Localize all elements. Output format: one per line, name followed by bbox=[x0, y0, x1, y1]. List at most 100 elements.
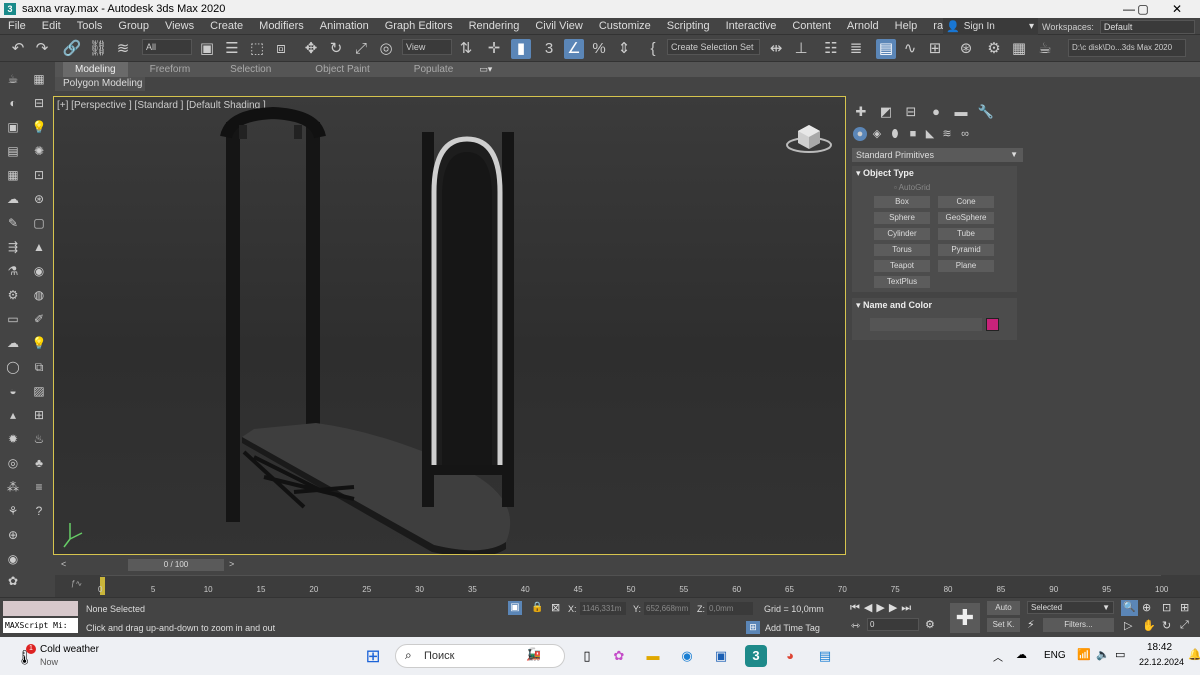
move-icon[interactable]: ✥ bbox=[301, 39, 321, 59]
unlink-icon[interactable]: ⛓ bbox=[88, 39, 108, 59]
cameras-category-icon[interactable]: ■ bbox=[906, 127, 920, 141]
project-folder-path[interactable]: D:\c disk\Do...3ds Max 2020 bbox=[1068, 39, 1186, 57]
menu-views[interactable]: Views bbox=[157, 20, 202, 32]
textplus-button[interactable]: TextPlus bbox=[874, 276, 930, 288]
toggle-ribbon-icon[interactable]: ▤ bbox=[876, 39, 896, 59]
sun-icon[interactable]: ✺ bbox=[30, 142, 48, 160]
render-setup-icon[interactable]: ⚙ bbox=[984, 39, 1004, 59]
rain-icon[interactable]: ⁂ bbox=[4, 478, 22, 496]
selection-filter-dropdown[interactable]: All bbox=[142, 39, 192, 55]
search-box[interactable]: ⌕ Поиск 🚂 bbox=[395, 644, 565, 668]
scale-icon[interactable]: ⤢ bbox=[351, 39, 371, 59]
frame-icon[interactable]: ▢ bbox=[30, 214, 48, 232]
start-button-icon[interactable]: ⊞ bbox=[362, 645, 384, 667]
time-slider[interactable]: 0 / 100 bbox=[128, 559, 224, 571]
kettle-icon[interactable]: ♨ bbox=[30, 430, 48, 448]
hierarchy-icon[interactable]: ⊟ bbox=[30, 94, 48, 112]
create-geometry-icon[interactable]: ▦ bbox=[30, 70, 48, 88]
plane-button[interactable]: Plane bbox=[938, 260, 994, 272]
edit-named-sets-icon[interactable]: { bbox=[643, 39, 663, 59]
undo-icon[interactable]: ↶ bbox=[8, 39, 28, 59]
ribbon-tab-populate[interactable]: Populate bbox=[402, 62, 465, 77]
circle-icon[interactable]: ◎ bbox=[4, 454, 22, 472]
systems-category-icon[interactable]: ∞ bbox=[958, 127, 972, 141]
close-button[interactable]: ✕ bbox=[1154, 0, 1200, 18]
percent-snap-icon[interactable]: % bbox=[589, 39, 609, 59]
ribbon-tab-freeform[interactable]: Freeform bbox=[138, 62, 203, 77]
menu-interactive[interactable]: Interactive bbox=[718, 20, 785, 32]
select-manipulate-icon[interactable]: ✛ bbox=[484, 39, 504, 59]
globe-icon[interactable]: ◯ bbox=[4, 358, 22, 376]
object-color-swatch[interactable] bbox=[986, 318, 999, 331]
menu-graph-editors[interactable]: Graph Editors bbox=[377, 20, 461, 32]
ribbon-tab-object-paint[interactable]: Object Paint bbox=[303, 62, 381, 77]
maxscript-mini-listener[interactable]: MAXScript Mi: bbox=[3, 618, 78, 633]
menu-content[interactable]: Content bbox=[784, 20, 839, 32]
pyramid-button[interactable]: Pyramid bbox=[938, 244, 994, 256]
torus-button[interactable]: Torus bbox=[874, 244, 930, 256]
schematic-view-icon[interactable]: ⊞ bbox=[925, 39, 945, 59]
copilot-icon[interactable]: ✿ bbox=[608, 645, 630, 667]
absolute-mode-icon[interactable]: ⊠ bbox=[551, 601, 560, 614]
rendered-frame-window-icon[interactable]: ▦ bbox=[1009, 39, 1029, 59]
playback-controls[interactable]: ⏮◀▶▶⏭ bbox=[850, 601, 915, 615]
ribbon-panel-label[interactable]: Polygon Modeling bbox=[55, 77, 145, 91]
weather-widget[interactable]: 🌡 1 Cold weather Now bbox=[14, 642, 134, 670]
sphere-button[interactable]: Sphere bbox=[874, 212, 930, 224]
z-coordinate-field[interactable]: 0,0mm bbox=[707, 602, 753, 615]
geosphere-button[interactable]: GeoSphere bbox=[938, 212, 994, 224]
rotate-icon[interactable]: ↻ bbox=[326, 39, 346, 59]
layer-explorer-icon[interactable]: ≣ bbox=[846, 39, 866, 59]
object-name-field[interactable] bbox=[870, 318, 982, 331]
y-coordinate-field[interactable]: 652,668mm bbox=[644, 602, 690, 615]
menu-civil-view[interactable]: Civil View bbox=[527, 20, 590, 32]
menu-modifiers[interactable]: Modifiers bbox=[251, 20, 312, 32]
keyboard-shortcut-override-icon[interactable]: ▮ bbox=[511, 39, 531, 59]
material-icon[interactable]: ⚙ bbox=[4, 286, 22, 304]
motion-tab-icon[interactable]: ● bbox=[927, 104, 945, 120]
file-explorer-icon[interactable]: ▬ bbox=[642, 645, 664, 667]
hierarchy-tab-icon[interactable]: ⊟ bbox=[902, 104, 920, 120]
tree-icon[interactable]: ♣ bbox=[30, 454, 48, 472]
folder-icon[interactable]: ▭ bbox=[4, 310, 22, 328]
menu-customize[interactable]: Customize bbox=[591, 20, 659, 32]
zoom-icon[interactable]: 🔍 bbox=[1121, 600, 1138, 616]
help-icon[interactable]: ? bbox=[30, 502, 48, 520]
star-icon[interactable]: ✹ bbox=[4, 430, 22, 448]
clock-time[interactable]: 18:42 bbox=[1147, 642, 1172, 653]
notepad-icon[interactable]: ▤ bbox=[814, 645, 836, 667]
eye-icon[interactable]: ◒ bbox=[4, 382, 22, 400]
curve-editor-icon[interactable]: ∿ bbox=[900, 39, 920, 59]
cloud-icon[interactable]: ☁ bbox=[4, 190, 22, 208]
zoom-extents-icon[interactable]: ⊡ bbox=[1162, 601, 1171, 614]
lights-category-icon[interactable]: ⬮ bbox=[888, 127, 902, 141]
grid-icon[interactable]: ⊞ bbox=[30, 406, 48, 424]
menu-create[interactable]: Create bbox=[202, 20, 251, 32]
name-and-color-header[interactable]: ▾ Name and Color bbox=[852, 298, 1017, 312]
reference-coord-dropdown[interactable]: View bbox=[402, 39, 452, 55]
scene-explorer-icon[interactable]: ☷ bbox=[821, 39, 841, 59]
autogrid-checkbox[interactable]: ▫ AutoGrid bbox=[894, 183, 930, 192]
battery-icon[interactable]: ▭ bbox=[1115, 648, 1125, 661]
list-icon[interactable]: ▤ bbox=[4, 142, 22, 160]
align-icon[interactable]: ⊥ bbox=[791, 39, 811, 59]
world-icon[interactable]: ◉ bbox=[4, 550, 22, 568]
vray-icon[interactable]: ⊛ bbox=[30, 190, 48, 208]
link-icon[interactable]: 🔗 bbox=[62, 39, 82, 59]
zoom-extents-all-icon[interactable]: ⊞ bbox=[1180, 601, 1189, 614]
current-frame-field[interactable]: 0 bbox=[867, 618, 919, 631]
zoom-all-icon[interactable]: ⊕ bbox=[1142, 601, 1151, 614]
selection-lock-icon[interactable]: 🔒 bbox=[531, 602, 543, 613]
sign-in-button[interactable]: 👤 Sign In ▾ bbox=[943, 18, 1038, 35]
dome-icon[interactable]: ◍ bbox=[30, 286, 48, 304]
paint-icon[interactable]: ✐ bbox=[30, 310, 48, 328]
set-key-big-icon[interactable]: ✚ bbox=[950, 603, 980, 633]
perspective-viewport[interactable]: [+] [Perspective ] [Standard ] [Default … bbox=[53, 96, 846, 555]
chrome-icon[interactable]: ◕ bbox=[779, 645, 801, 667]
material-editor-icon[interactable]: ⊛ bbox=[956, 39, 976, 59]
modify-tab-icon[interactable]: ◩ bbox=[877, 104, 895, 120]
maximize-viewport-icon[interactable]: ⤢ bbox=[1180, 619, 1189, 632]
language-indicator[interactable]: ENG bbox=[1044, 650, 1066, 661]
bulb-icon[interactable]: 💡 bbox=[30, 334, 48, 352]
layout-icon[interactable]: ⧉ bbox=[30, 358, 48, 376]
